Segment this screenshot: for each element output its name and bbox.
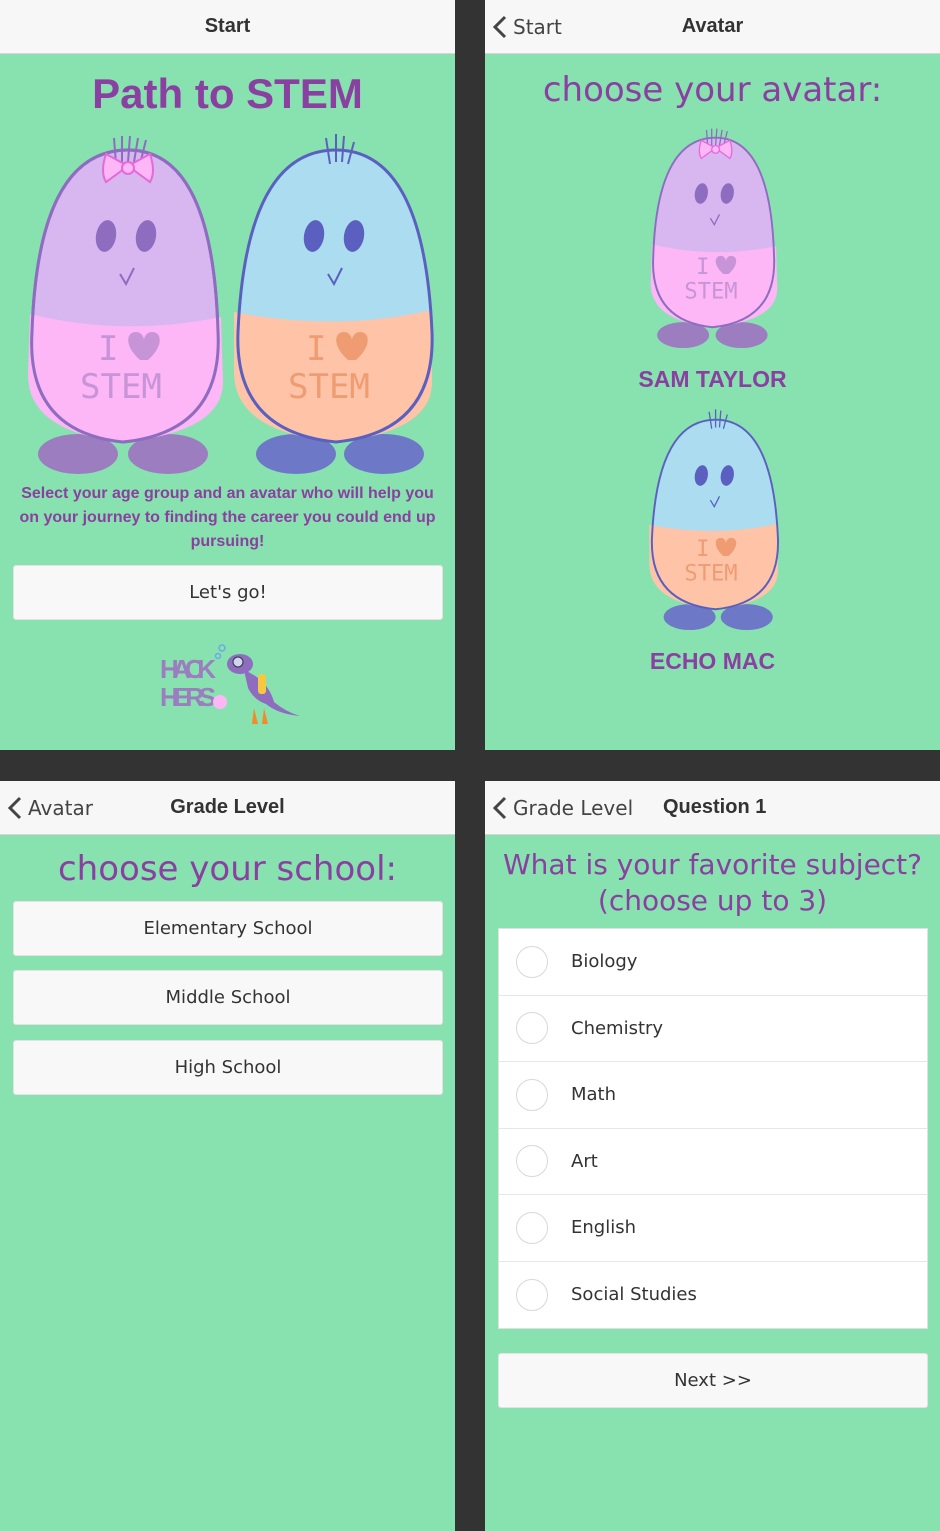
chevron-left-icon <box>493 796 507 819</box>
echo-shirt-line2: STEM <box>684 562 737 587</box>
back-label: Grade Level <box>513 795 634 820</box>
back-label: Avatar <box>28 795 93 820</box>
question-line-1: What is your favorite subject? <box>502 848 923 881</box>
echo-shirt-line1: I <box>696 537 709 562</box>
question-text: What is your favorite subject? (choose u… <box>485 847 940 919</box>
echo-shirt-line1: I <box>306 329 326 369</box>
sam-shirt-line1: I <box>98 329 118 369</box>
logo-text-bottom: HERS <box>160 682 216 712</box>
nav-title: Question 1 <box>663 796 767 818</box>
start-screen: Start Path to STEM I STEM I STEM Select … <box>0 0 455 750</box>
sam-taylor-label[interactable]: SAM TAYLOR <box>485 366 940 393</box>
grade-level-screen: Avatar Grade Level choose your school: E… <box>0 781 455 1531</box>
radio-button[interactable] <box>516 1211 548 1244</box>
radio-button[interactable] <box>516 1078 548 1111</box>
high-school-button[interactable]: High School <box>13 1040 443 1095</box>
next-button[interactable]: Next >> <box>498 1353 928 1408</box>
subject-label: Biology <box>571 951 638 973</box>
list-item[interactable]: Math <box>499 1062 927 1129</box>
chevron-left-icon <box>8 796 22 819</box>
back-button[interactable]: Grade Level <box>493 781 633 834</box>
echo-mac-label[interactable]: ECHO MAC <box>485 648 940 675</box>
sam-shirt-line1: I <box>696 255 709 280</box>
hackhers-logo: HACK HERS <box>160 644 300 724</box>
radio-button[interactable] <box>516 1145 548 1178</box>
navbar: Start <box>0 0 455 54</box>
elementary-school-button[interactable]: Elementary School <box>13 901 443 956</box>
subject-label: Chemistry <box>571 1017 664 1039</box>
echo-avatar-option[interactable]: I STEM <box>643 408 783 632</box>
navbar: Avatar Grade Level <box>0 781 455 835</box>
radio-button[interactable] <box>516 1012 548 1045</box>
subject-label: Social Studies <box>571 1284 697 1306</box>
page-title: choose your school: <box>57 849 397 889</box>
list-item[interactable]: English <box>499 1195 927 1262</box>
lets-go-button[interactable]: Let's go! <box>13 565 443 620</box>
list-item[interactable]: Biology <box>499 929 927 996</box>
back-button[interactable]: Start <box>493 0 562 53</box>
avatar-screen: Start Avatar choose your avatar: I STEM … <box>485 0 940 750</box>
back-button[interactable]: Avatar <box>8 781 93 834</box>
echo-shirt-line2: STEM <box>288 367 370 407</box>
question-line-2: (choose up to 3) <box>597 884 828 917</box>
middle-school-button[interactable]: Middle School <box>13 970 443 1025</box>
echo-avatar-image: I STEM <box>234 134 434 474</box>
subject-label: English <box>571 1217 636 1239</box>
nav-title: Start <box>204 15 251 37</box>
sam-avatar-option[interactable]: I STEM <box>643 126 783 350</box>
radio-button[interactable] <box>516 1278 548 1311</box>
sam-shirt-line2: STEM <box>684 280 737 305</box>
sam-avatar-image: I STEM <box>27 135 223 474</box>
question-screen: Grade Level Question 1 What is your favo… <box>485 781 940 1531</box>
subject-label: Math <box>571 1084 617 1106</box>
logo-text-top: HACK <box>160 654 216 684</box>
radio-button[interactable] <box>516 945 548 978</box>
back-label: Start <box>513 14 562 39</box>
navbar: Grade Level Question 1 <box>485 781 940 835</box>
list-item[interactable]: Social Studies <box>499 1262 927 1329</box>
page-title: Path to STEM <box>92 70 363 117</box>
list-item[interactable]: Chemistry <box>499 996 927 1062</box>
chevron-left-icon <box>493 15 507 38</box>
subject-list: Biology Chemistry Math Art English Socia… <box>498 928 928 1329</box>
sam-shirt-line2: STEM <box>80 367 162 407</box>
navbar: Start Avatar <box>485 0 940 54</box>
list-item[interactable]: Art <box>499 1129 927 1195</box>
subject-label: Art <box>571 1150 598 1172</box>
page-title: choose your avatar: <box>542 70 883 110</box>
intro-text: Select your age group and an avatar who … <box>19 485 436 550</box>
